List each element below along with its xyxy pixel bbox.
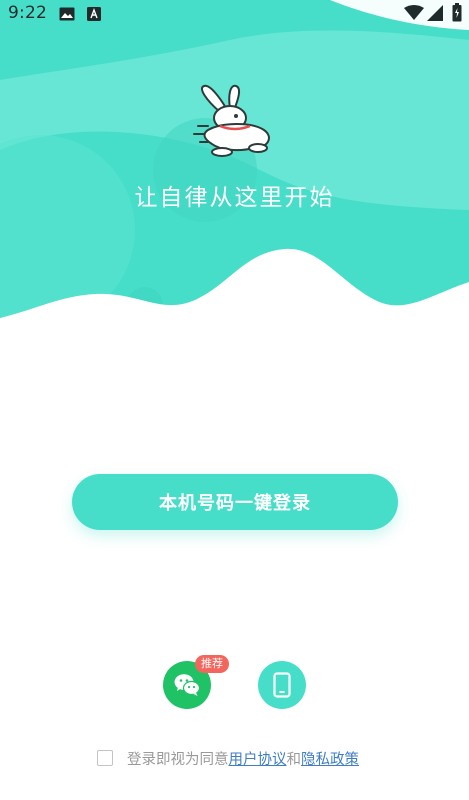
login-screen: 9:22 让自律从这里开始 本机号码一键登录 推荐 登录即视为同意 用户协议 和…	[0, 0, 469, 800]
phone-login-button[interactable]	[258, 661, 306, 709]
signal-icon	[427, 5, 443, 25]
slogan-text: 让自律从这里开始	[134, 185, 335, 211]
hero-banner	[0, 0, 469, 340]
phone-icon	[273, 672, 291, 698]
hero-wave-background	[0, 0, 469, 340]
user-agreement-link[interactable]: 用户协议	[229, 748, 287, 769]
recommend-badge: 推荐	[195, 655, 229, 673]
agreement-row: 登录即视为同意 用户协议 和 隐私政策	[97, 747, 359, 769]
a-icon	[87, 6, 101, 25]
gallery-icon	[59, 6, 75, 25]
battery-icon	[452, 3, 462, 26]
wifi-icon	[404, 5, 424, 25]
agreement-checkbox[interactable]	[97, 750, 113, 766]
status-time: 9:22	[8, 3, 47, 23]
wechat-icon	[174, 674, 200, 696]
privacy-policy-link[interactable]: 隐私政策	[301, 748, 359, 769]
agreement-conjunction-text: 和	[286, 751, 302, 768]
agreement-prefix-text: 登录即视为同意	[127, 751, 229, 768]
status-bar: 9:22	[0, 0, 469, 28]
rabbit-logo-icon	[192, 82, 278, 164]
one-click-login-button[interactable]: 本机号码一键登录	[72, 474, 398, 530]
